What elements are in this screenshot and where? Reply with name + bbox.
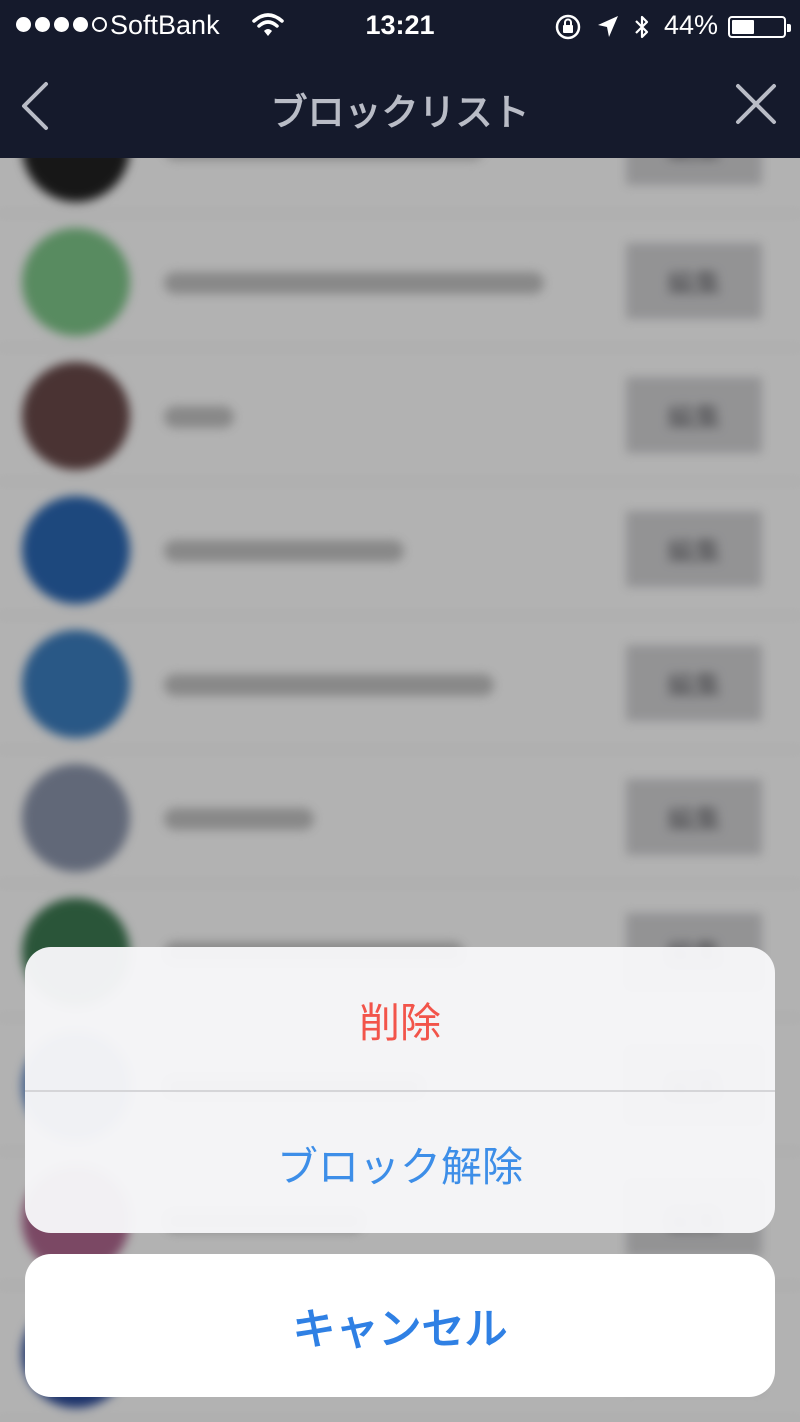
action-sheet: 削除 ブロック解除: [25, 947, 775, 1233]
battery-icon: [728, 16, 791, 38]
status-icons: [554, 13, 650, 45]
unblock-button[interactable]: ブロック解除: [25, 1090, 775, 1233]
navigation-bar: ブロックリスト: [0, 52, 800, 158]
battery-nub: [787, 24, 791, 32]
bluetooth-icon: [634, 13, 650, 45]
location-arrow-icon: [596, 14, 620, 44]
close-icon[interactable]: [734, 82, 778, 126]
battery-percentage: 44%: [663, 10, 718, 40]
orientation-lock-icon: [554, 13, 582, 45]
status-bar: SoftBank 13:21 44%: [0, 0, 800, 52]
delete-button[interactable]: 削除: [25, 947, 775, 1090]
battery-fill: [732, 20, 754, 34]
cancel-button[interactable]: キャンセル: [25, 1254, 775, 1397]
page-title: ブロックリスト: [270, 91, 530, 134]
